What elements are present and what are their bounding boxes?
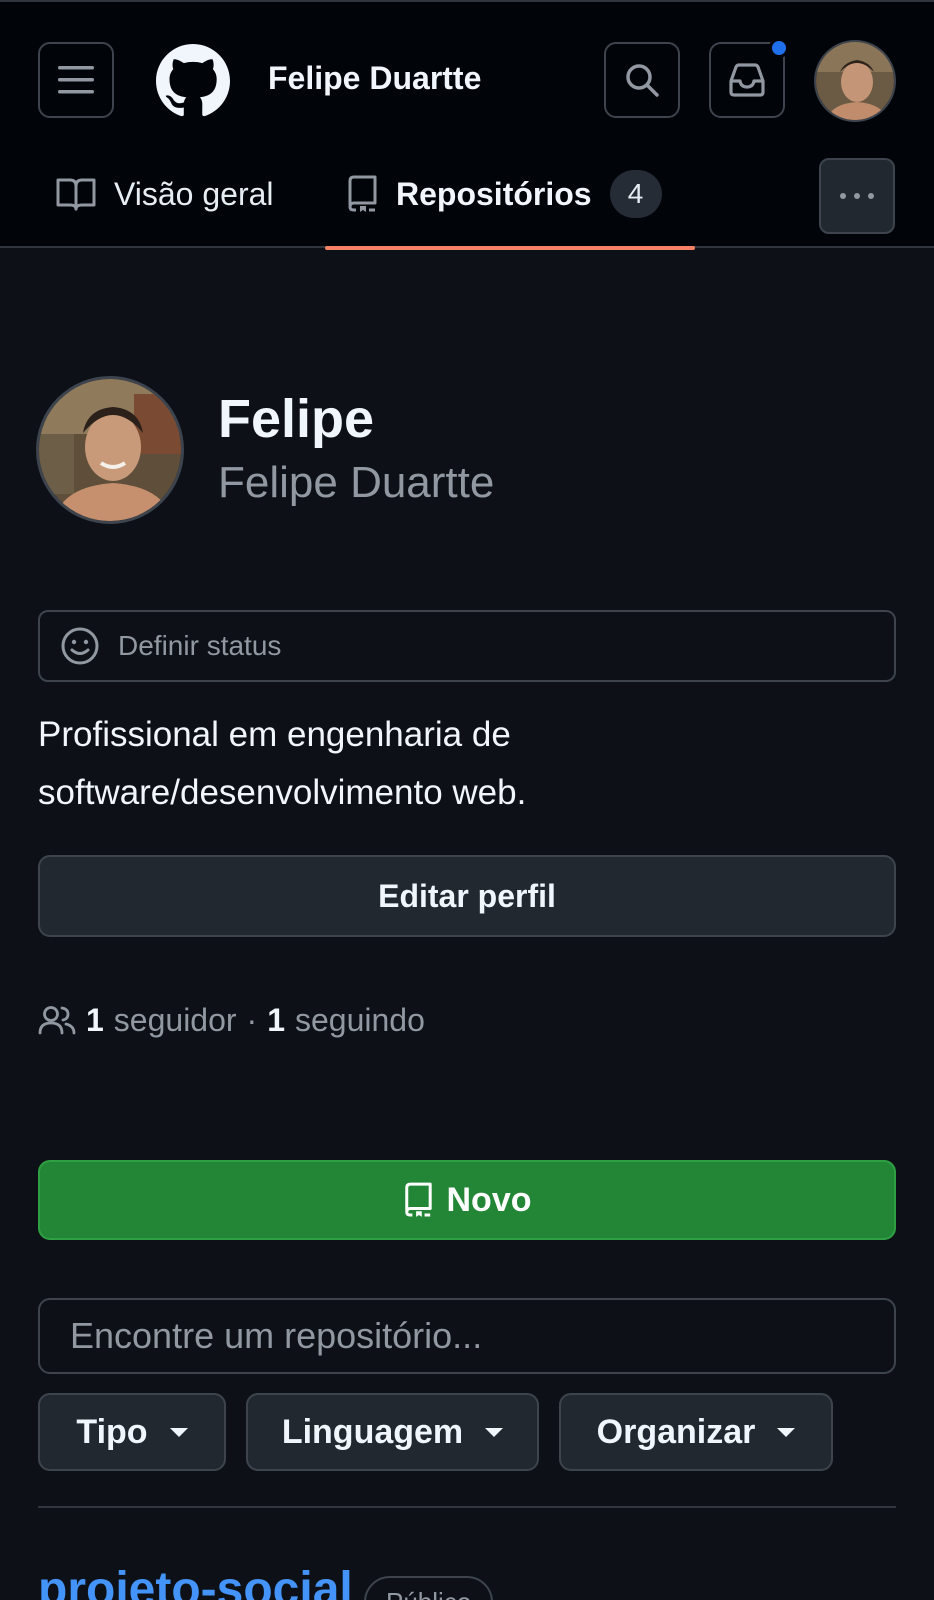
filter-type-dropdown[interactable]: Tipo bbox=[38, 1393, 226, 1471]
search-button[interactable] bbox=[604, 42, 680, 118]
filter-sort-label: Organizar bbox=[596, 1412, 756, 1451]
divider bbox=[38, 1506, 896, 1508]
caret-down-icon bbox=[169, 1427, 188, 1437]
set-status-label: Definir status bbox=[118, 630, 282, 661]
kebab-dot bbox=[868, 193, 874, 199]
repo-icon bbox=[348, 175, 377, 212]
kebab-icon bbox=[840, 193, 846, 199]
avatar[interactable] bbox=[814, 40, 896, 122]
filter-sort-dropdown[interactable]: Organizar bbox=[559, 1393, 833, 1471]
caret-down-icon bbox=[485, 1427, 504, 1437]
filter-language-dropdown[interactable]: Linguagem bbox=[246, 1393, 539, 1471]
repositories-count-badge: 4 bbox=[609, 170, 662, 218]
following-label[interactable]: seguindo bbox=[295, 1002, 425, 1039]
tab-overview-label: Visão geral bbox=[114, 175, 274, 212]
following-count[interactable]: 1 bbox=[267, 1002, 285, 1039]
repository-link[interactable]: projeto-social bbox=[38, 1562, 353, 1600]
followers-label[interactable]: seguidor bbox=[114, 1002, 237, 1039]
top-bar: Felipe Duartte Visão geral Repositórios … bbox=[0, 0, 934, 250]
follow-separator: · bbox=[246, 1001, 258, 1038]
new-repository-label: Novo bbox=[446, 1180, 532, 1219]
search-icon bbox=[626, 64, 659, 97]
inbox-icon bbox=[729, 63, 765, 97]
repo-icon bbox=[404, 1182, 432, 1217]
set-status-button[interactable]: Definir status bbox=[38, 610, 896, 682]
filter-language-label: Linguagem bbox=[281, 1412, 464, 1451]
menu-button[interactable] bbox=[38, 42, 114, 118]
filter-type-label: Tipo bbox=[76, 1412, 148, 1451]
followers-count[interactable]: 1 bbox=[86, 1002, 104, 1039]
visibility-badge: Público bbox=[364, 1576, 494, 1600]
tab-repositories[interactable]: Repositórios 4 bbox=[346, 158, 662, 230]
profile-avatar[interactable] bbox=[36, 376, 184, 524]
bio-line: software/desenvolvimento web. bbox=[38, 773, 527, 812]
profile-name: Felipe bbox=[218, 389, 375, 449]
kebab-dot bbox=[854, 193, 860, 199]
menu-icon bbox=[58, 66, 94, 94]
new-repository-button[interactable]: Novo bbox=[38, 1160, 896, 1240]
edit-profile-button[interactable]: Editar perfil bbox=[38, 855, 896, 937]
inbox-button[interactable] bbox=[709, 38, 789, 118]
book-icon bbox=[56, 178, 96, 211]
caret-down-icon bbox=[777, 1427, 796, 1437]
bio-line: Profissional em engenharia de bbox=[38, 715, 511, 754]
github-logo-icon[interactable] bbox=[156, 44, 230, 118]
smiley-icon bbox=[61, 627, 99, 665]
repository-search-input[interactable] bbox=[38, 1298, 896, 1374]
notification-dot bbox=[769, 38, 789, 58]
follow-stats: 1 seguidor · 1 seguindo bbox=[38, 996, 425, 1044]
profile-login: Felipe Duartte bbox=[218, 458, 495, 507]
tab-repositories-label: Repositórios bbox=[396, 175, 592, 212]
avatar-photo bbox=[816, 42, 894, 120]
active-tab-indicator bbox=[325, 246, 695, 250]
header-username[interactable]: Felipe Duartte bbox=[268, 60, 481, 97]
profile-bio: Profissional em engenharia de software/d… bbox=[38, 706, 898, 822]
more-tabs-button[interactable] bbox=[819, 158, 895, 234]
profile-photo bbox=[39, 379, 181, 521]
people-icon bbox=[38, 1006, 76, 1035]
tab-overview[interactable]: Visão geral bbox=[56, 158, 274, 230]
